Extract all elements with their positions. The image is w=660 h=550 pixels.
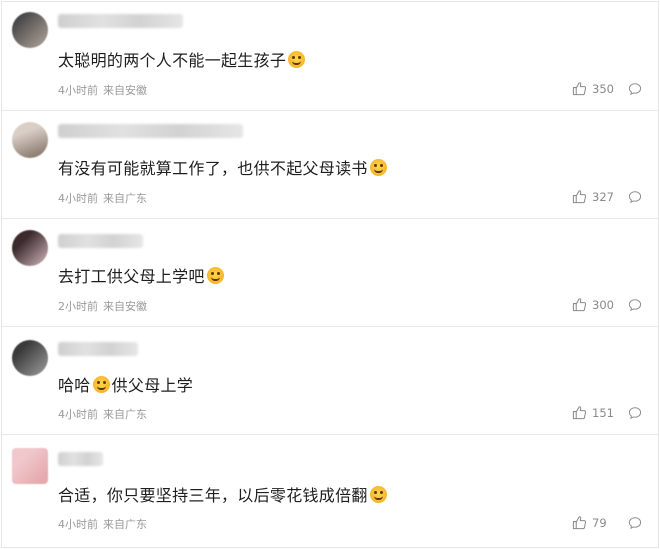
- thumbs-up-icon[interactable]: [572, 189, 587, 204]
- comment-time: 4小时前: [58, 84, 98, 97]
- thumbs-up-icon[interactable]: [572, 405, 587, 420]
- like-count: 350: [592, 81, 614, 96]
- comment-text: 合适，你只要坚持三年，以后零花钱成倍翻: [58, 482, 387, 506]
- smirk-emoji-icon: [288, 51, 306, 68]
- username-blurred[interactable]: [58, 124, 243, 138]
- comment-actions: 350: [572, 81, 642, 96]
- comment-text: 去打工供父母上学吧: [58, 263, 224, 287]
- avatar[interactable]: [12, 230, 48, 266]
- comment-meta: 4小时前 来自广东: [58, 516, 147, 532]
- reply-bubble-icon[interactable]: [628, 516, 642, 530]
- reply-bubble-icon[interactable]: [628, 406, 642, 420]
- comment-location: 来自安徽: [103, 84, 147, 97]
- comment-item: 有没有可能就算工作了，也供不起父母读书 4小时前 来自广东 327: [2, 110, 658, 219]
- comment-time: 4小时前: [58, 518, 98, 531]
- smirk-emoji-icon: [369, 486, 387, 503]
- comment-meta: 4小时前 来自广东: [58, 190, 147, 206]
- comment-meta: 4小时前 来自广东: [58, 406, 147, 422]
- comment-list: 太聪明的两个人不能一起生孩子 4小时前 来自安徽 350 有没有可能就算工作了，也…: [1, 1, 659, 548]
- comment-time: 2小时前: [58, 300, 98, 313]
- comment-location: 来自安徽: [103, 300, 147, 313]
- comment-text: 有没有可能就算工作了，也供不起父母读书: [58, 155, 387, 179]
- comment-actions: 151: [572, 405, 642, 420]
- reply-bubble-icon[interactable]: [628, 190, 642, 204]
- comment-time: 4小时前: [58, 408, 98, 421]
- comment-location: 来自广东: [103, 518, 147, 531]
- avatar[interactable]: [12, 448, 48, 484]
- comment-item: 去打工供父母上学吧 2小时前 来自安徽 300: [2, 218, 658, 327]
- like-count: 79: [592, 515, 607, 530]
- avatar[interactable]: [12, 122, 48, 158]
- comment-actions: 79: [572, 515, 642, 530]
- reply-bubble-icon[interactable]: [628, 82, 642, 96]
- laughing-emoji-icon: [369, 159, 387, 176]
- laughing-emoji-icon: [92, 376, 110, 393]
- username-blurred[interactable]: [58, 342, 138, 356]
- comment-time: 4小时前: [58, 192, 98, 205]
- username-blurred[interactable]: [58, 452, 103, 466]
- comment-meta: 4小时前 来自安徽: [58, 82, 147, 98]
- avatar[interactable]: [12, 340, 48, 376]
- username-blurred[interactable]: [58, 14, 183, 28]
- like-count: 327: [592, 189, 614, 204]
- comment-item: 哈哈 供父母上学 4小时前 来自广东 151: [2, 326, 658, 435]
- reply-bubble-icon[interactable]: [628, 298, 642, 312]
- comment-text: 太聪明的两个人不能一起生孩子: [58, 47, 306, 71]
- username-blurred[interactable]: [58, 234, 143, 248]
- comment-location: 来自广东: [103, 408, 147, 421]
- comment-text: 哈哈 供父母上学: [58, 376, 194, 395]
- avatar[interactable]: [12, 12, 48, 48]
- like-count: 300: [592, 297, 614, 312]
- comment-actions: 300: [572, 297, 642, 312]
- comment-actions: 327: [572, 189, 642, 204]
- comment-item: 太聪明的两个人不能一起生孩子 4小时前 来自安徽 350: [2, 2, 658, 111]
- comment-item: 合适，你只要坚持三年，以后零花钱成倍翻 4小时前 来自广东 79: [2, 434, 658, 547]
- smirk-emoji-icon: [206, 267, 224, 284]
- like-count: 151: [592, 405, 614, 420]
- thumbs-up-icon[interactable]: [572, 515, 587, 530]
- comment-location: 来自广东: [103, 192, 147, 205]
- thumbs-up-icon[interactable]: [572, 297, 587, 312]
- thumbs-up-icon[interactable]: [572, 81, 587, 96]
- comment-meta: 2小时前 来自安徽: [58, 298, 147, 314]
